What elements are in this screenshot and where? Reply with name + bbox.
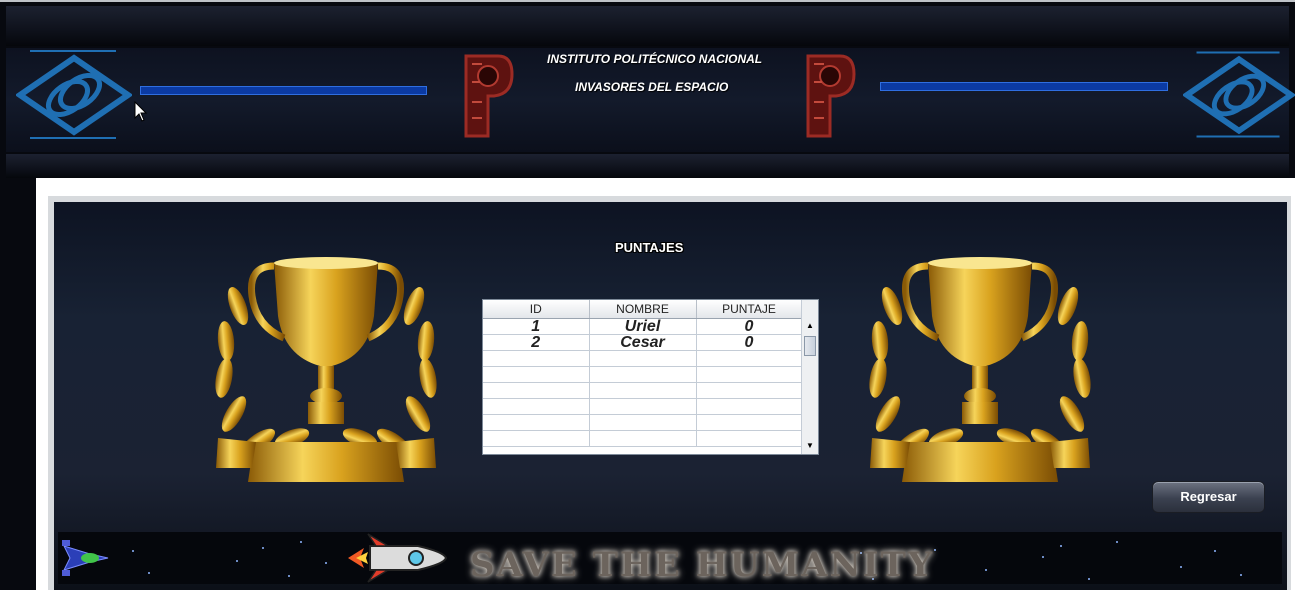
column-header-nombre[interactable]: NOMBRE — [589, 300, 697, 319]
page-title: PUNTAJES — [615, 240, 684, 255]
table-row[interactable]: 2 Cesar 0 — [483, 334, 803, 351]
escom-logo-left — [16, 50, 132, 139]
table-row[interactable]: 1 Uriel 0 — [483, 318, 803, 335]
cell-puntaje: 0 — [696, 334, 803, 351]
trophy-left-icon — [215, 257, 437, 482]
table-row-empty[interactable] — [483, 430, 803, 447]
table-row-empty[interactable] — [483, 350, 803, 367]
cell-puntaje: 0 — [696, 318, 803, 335]
cell-nombre: Cesar — [589, 334, 697, 351]
mouse-cursor-icon — [134, 101, 148, 122]
header-band-top — [6, 6, 1289, 46]
table-row-empty[interactable] — [483, 366, 803, 383]
banner-slogan: SAVE THE HUMANITY — [470, 545, 935, 585]
table-row-empty[interactable] — [483, 414, 803, 431]
table-header-row: ID NOMBRE PUNTAJE — [483, 300, 803, 319]
header-divider-right — [880, 82, 1168, 91]
background-strip — [0, 178, 36, 590]
game-title-label: INVASORES DEL ESPACIO — [575, 80, 729, 94]
scroll-down-icon[interactable]: ▼ — [802, 438, 818, 454]
spaceship-icon — [62, 540, 109, 576]
cell-nombre: Uriel — [589, 318, 697, 335]
cell-id: 2 — [483, 334, 590, 351]
scores-table[interactable]: ID NOMBRE PUNTAJE 1 Uriel 0 2 Cesar 0 ▲ … — [482, 299, 819, 455]
escom-logo-right — [1183, 51, 1295, 138]
header-band-bottom — [6, 154, 1289, 178]
header-divider-left — [140, 86, 427, 95]
back-button[interactable]: Regresar — [1152, 481, 1265, 513]
trophy-right-icon — [869, 257, 1091, 482]
ipn-logo-right — [806, 54, 856, 138]
institute-label: INSTITUTO POLITÉCNICO NACIONAL — [547, 52, 763, 66]
scroll-up-icon[interactable]: ▲ — [802, 318, 818, 334]
scrollbar-thumb[interactable] — [804, 336, 816, 356]
column-header-id[interactable]: ID — [483, 300, 590, 319]
table-scrollbar[interactable]: ▲ ▼ — [801, 300, 818, 454]
column-header-puntaje[interactable]: PUNTAJE — [696, 300, 803, 319]
ipn-logo-left — [464, 54, 514, 138]
rocket-icon — [348, 533, 448, 583]
cell-id: 1 — [483, 318, 590, 335]
table-row-empty[interactable] — [483, 398, 803, 415]
table-row-empty[interactable] — [483, 382, 803, 399]
